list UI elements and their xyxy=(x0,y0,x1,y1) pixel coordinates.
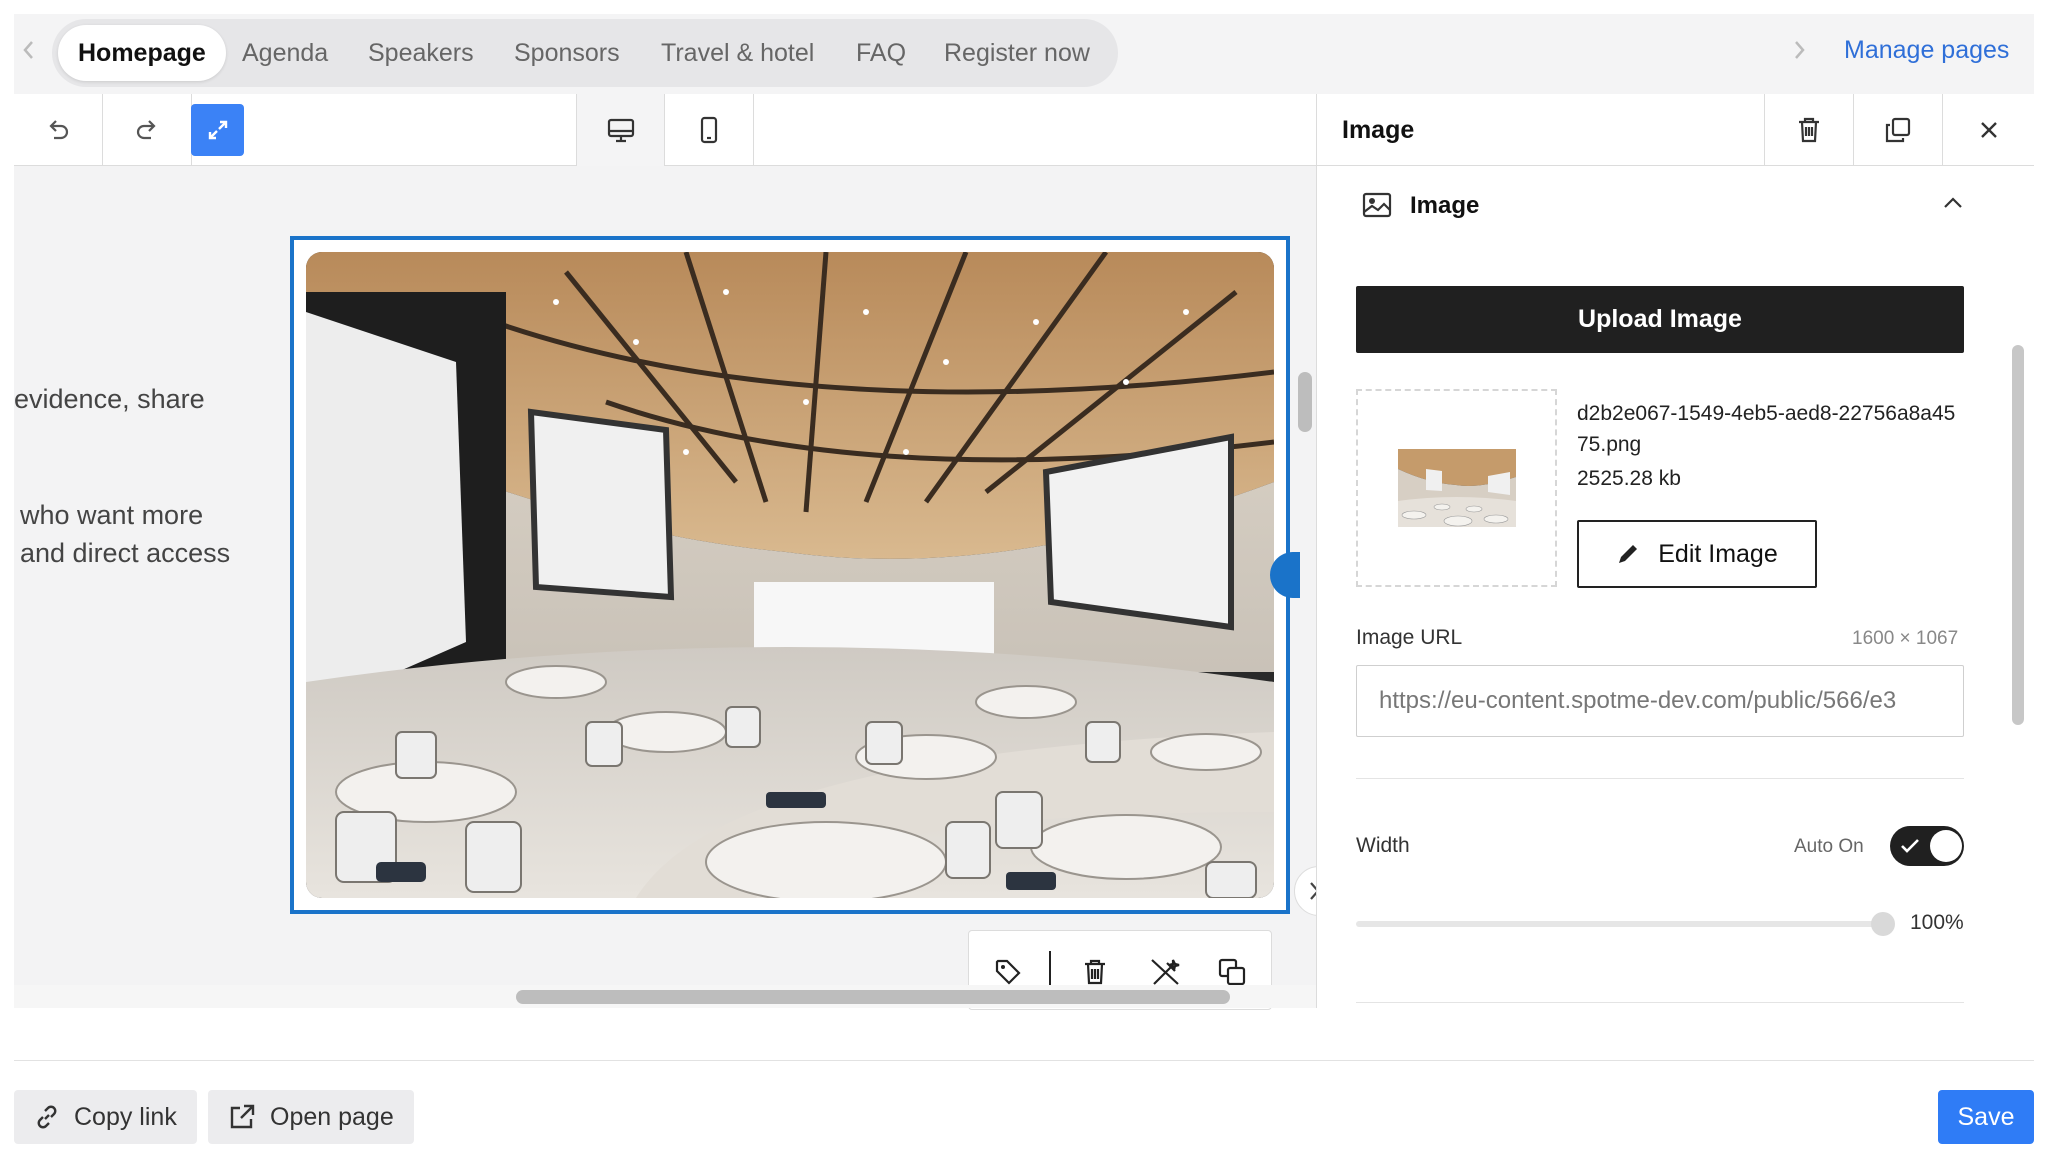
canvas-text-line: who want more xyxy=(20,500,204,530)
redo-icon xyxy=(136,120,156,140)
panel-scrollbar[interactable] xyxy=(2012,345,2024,725)
close-panel-button[interactable] xyxy=(1942,94,2034,166)
duplicate-icon xyxy=(1218,958,1246,986)
mobile-icon xyxy=(700,116,718,144)
width-slider-thumb[interactable] xyxy=(1871,912,1895,936)
tag-button[interactable] xyxy=(993,957,1023,987)
width-label: Width xyxy=(1356,834,1410,857)
section-title: Image xyxy=(1410,192,1480,219)
tag-icon xyxy=(995,959,1021,985)
save-button[interactable]: Save xyxy=(1938,1090,2034,1144)
pencil-icon xyxy=(1619,545,1638,563)
copy-link-button[interactable]: Copy link xyxy=(14,1090,197,1144)
delete-element-button[interactable] xyxy=(1764,94,1853,166)
redo-button[interactable] xyxy=(103,94,192,166)
mobile-view-button[interactable] xyxy=(665,94,754,166)
width-value: 100% xyxy=(1910,911,1964,934)
copy-link-label: Copy link xyxy=(74,1102,177,1131)
trash-icon xyxy=(1085,959,1105,985)
divider xyxy=(1356,778,1964,779)
image-icon xyxy=(1362,192,1392,218)
close-icon xyxy=(1980,122,1997,138)
tab-speakers[interactable]: Speakers xyxy=(348,25,494,81)
canvas-vertical-scrollbar[interactable] xyxy=(1298,372,1312,432)
canvas-horizontal-scrollbar[interactable] xyxy=(516,990,1230,1004)
upload-image-button[interactable]: Upload Image xyxy=(1356,286,1964,353)
tab-sponsors[interactable]: Sponsors xyxy=(494,25,640,81)
edit-image-button[interactable]: Edit Image xyxy=(1577,520,1817,588)
tab-agenda[interactable]: Agenda xyxy=(222,25,348,81)
link-icon xyxy=(37,1105,57,1129)
conference-hall-image[interactable] xyxy=(306,252,1274,898)
duplicate-block-button[interactable] xyxy=(1217,957,1247,987)
canvas-text-line: evidence, share xyxy=(14,384,205,414)
open-page-button[interactable]: Open page xyxy=(208,1090,414,1144)
undo-icon xyxy=(49,120,69,140)
image-url-label: Image URL xyxy=(1356,626,1463,649)
tab-homepage[interactable]: Homepage xyxy=(58,25,226,81)
image-url-input[interactable] xyxy=(1356,665,1964,737)
image-thumbnail xyxy=(1398,449,1516,527)
tab-faq[interactable]: FAQ xyxy=(836,25,926,81)
scroll-left-icon[interactable] xyxy=(22,40,36,60)
edit-image-label: Edit Image xyxy=(1658,539,1778,568)
open-page-label: Open page xyxy=(270,1102,394,1131)
duplicate-icon xyxy=(1885,117,1911,143)
canvas-text-line: and direct access xyxy=(20,538,231,568)
tab-travel-hotel[interactable]: Travel & hotel xyxy=(641,25,834,81)
duplicate-element-button[interactable] xyxy=(1853,94,1942,166)
trash-icon xyxy=(1799,117,1819,143)
file-size: 2525.28 kb xyxy=(1577,467,1681,490)
desktop-view-button[interactable] xyxy=(576,94,665,166)
panel-title: Image xyxy=(1342,116,1415,144)
width-slider[interactable] xyxy=(1356,921,1884,927)
manage-pages-link[interactable]: Manage pages xyxy=(1844,36,2009,65)
delete-block-button[interactable] xyxy=(1081,957,1109,987)
check-icon xyxy=(1901,839,1919,853)
toggle-knob xyxy=(1930,830,1962,862)
tab-register-now[interactable]: Register now xyxy=(924,25,1110,81)
scroll-right-icon[interactable] xyxy=(1792,40,1806,60)
magic-wand-off-icon xyxy=(1151,959,1180,985)
footer-divider xyxy=(14,1060,2034,1061)
ai-edit-button[interactable] xyxy=(1149,957,1181,987)
file-name: d2b2e067-1549-4eb5-aed8-22756a8a4575.png xyxy=(1577,402,1956,456)
chevron-up-icon xyxy=(1944,197,1962,208)
undo-button[interactable] xyxy=(14,94,103,166)
divider xyxy=(1356,1002,1964,1003)
auto-width-label: Auto On xyxy=(1794,836,1864,857)
fullscreen-button[interactable] xyxy=(191,104,244,156)
expand-icon xyxy=(208,120,227,140)
external-link-icon xyxy=(230,1104,255,1129)
collapse-section-button[interactable] xyxy=(1942,196,1964,210)
desktop-icon xyxy=(607,118,634,143)
image-dimensions: 1600 × 1067 xyxy=(1852,628,1959,649)
